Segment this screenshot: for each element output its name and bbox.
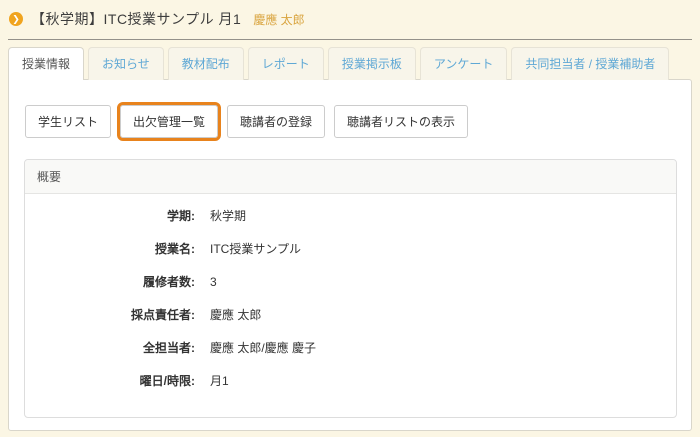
overview-panel: 概要 学期: 秋学期 授業名: ITC授業サンプル 履修者数: 3 採点責任者:… bbox=[24, 159, 677, 418]
field-row-enrolled-count: 履修者数: 3 bbox=[25, 272, 676, 292]
tab-bar: 授業情報 お知らせ 教材配布 レポート 授業掲示板 アンケート 共同担当者 / … bbox=[0, 40, 700, 80]
grading-manager-label: 採点責任者: bbox=[25, 305, 195, 325]
page-title: 【秋学期】ITC授業サンプル 月1 bbox=[31, 9, 241, 29]
day-period-label: 曜日/時限: bbox=[25, 371, 195, 391]
overview-panel-body: 学期: 秋学期 授業名: ITC授業サンプル 履修者数: 3 採点責任者: 慶應… bbox=[25, 194, 676, 417]
tab-class-board[interactable]: 授業掲示板 bbox=[328, 47, 416, 80]
class-name-value: ITC授業サンプル bbox=[210, 239, 301, 259]
tab-news[interactable]: お知らせ bbox=[88, 47, 164, 80]
semester-label: 学期: bbox=[25, 206, 195, 226]
tab-co-instructors[interactable]: 共同担当者 / 授業補助者 bbox=[511, 47, 669, 80]
auditor-register-button[interactable]: 聴講者の登録 bbox=[227, 105, 325, 138]
field-row-class-name: 授業名: ITC授業サンプル bbox=[25, 239, 676, 259]
tab-reports[interactable]: レポート bbox=[248, 47, 324, 80]
enrolled-count-value: 3 bbox=[210, 272, 217, 292]
arrow-bullet-icon: ❯ bbox=[9, 12, 23, 26]
all-instructors-value: 慶應 太郎/慶應 慶子 bbox=[210, 338, 316, 358]
tab-class-info[interactable]: 授業情報 bbox=[8, 47, 84, 80]
day-period-value: 月1 bbox=[210, 371, 229, 391]
field-row-semester: 学期: 秋学期 bbox=[25, 206, 676, 226]
grading-manager-value: 慶應 太郎 bbox=[210, 305, 261, 325]
field-row-all-instructors: 全担当者: 慶應 太郎/慶應 慶子 bbox=[25, 338, 676, 358]
enrolled-count-label: 履修者数: bbox=[25, 272, 195, 292]
field-row-grading-manager: 採点責任者: 慶應 太郎 bbox=[25, 305, 676, 325]
field-row-day-period: 曜日/時限: 月1 bbox=[25, 371, 676, 391]
attendance-list-button[interactable]: 出欠管理一覧 bbox=[120, 105, 218, 138]
tab-materials[interactable]: 教材配布 bbox=[168, 47, 244, 80]
header-user-name[interactable]: 慶應 太郎 bbox=[253, 10, 304, 28]
student-list-button[interactable]: 学生リスト bbox=[25, 105, 111, 138]
content-area: 学生リスト 出欠管理一覧 聴講者の登録 聴講者リストの表示 概要 学期: 秋学期… bbox=[8, 79, 692, 431]
class-name-label: 授業名: bbox=[25, 239, 195, 259]
semester-value: 秋学期 bbox=[210, 206, 246, 226]
overview-panel-title: 概要 bbox=[25, 160, 676, 194]
toolbar: 学生リスト 出欠管理一覧 聴講者の登録 聴講者リストの表示 bbox=[9, 80, 691, 138]
auditor-list-button[interactable]: 聴講者リストの表示 bbox=[334, 105, 468, 138]
all-instructors-label: 全担当者: bbox=[25, 338, 195, 358]
tab-survey[interactable]: アンケート bbox=[420, 47, 508, 80]
page-header: ❯ 【秋学期】ITC授業サンプル 月1 慶應 太郎 bbox=[0, 0, 700, 33]
course-page: ❯ 【秋学期】ITC授業サンプル 月1 慶應 太郎 授業情報 お知らせ 教材配布… bbox=[0, 0, 700, 437]
